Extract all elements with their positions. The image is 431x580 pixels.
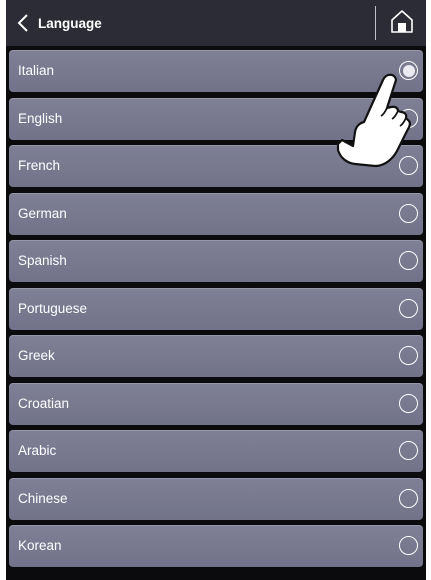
home-icon [389,8,415,39]
language-label: Arabic [18,443,57,458]
radio-button[interactable] [399,203,418,223]
language-option-greek[interactable]: Greek [9,335,423,377]
language-option-croatian[interactable]: Croatian [9,382,423,425]
language-option-english[interactable]: English [9,97,423,140]
language-option-german[interactable]: German [9,192,423,235]
language-option-french[interactable]: French [9,145,423,187]
radio-button[interactable] [399,393,418,413]
radio-button[interactable] [399,298,418,318]
radio-button[interactable] [399,156,418,175]
radio-button[interactable] [399,441,418,460]
language-screen: Language Italian English French German S… [6,0,426,580]
back-button[interactable]: Language [16,8,102,38]
language-label: Korean [18,538,62,553]
language-option-chinese[interactable]: Chinese [9,477,423,520]
language-option-korean[interactable]: Korean [9,525,423,567]
page-title: Language [38,15,102,31]
top-bar: Language [6,0,426,46]
radio-button[interactable] [399,61,418,80]
language-label: Portuguese [18,300,88,316]
language-option-arabic[interactable]: Arabic [9,430,423,472]
home-button[interactable] [383,6,421,40]
radio-button[interactable] [399,108,418,128]
language-label: German [18,205,67,221]
radio-button[interactable] [399,251,418,270]
language-label: Chinese [18,490,68,506]
language-label: Greek [18,348,55,363]
language-label: English [18,110,63,126]
radio-button[interactable] [399,536,418,555]
chevron-left-icon [16,12,30,34]
radio-button[interactable] [399,346,418,365]
language-label: Italian [18,63,55,78]
header-divider [375,6,376,40]
radio-button[interactable] [399,488,418,508]
language-label: Spanish [18,253,67,268]
language-option-spanish[interactable]: Spanish [9,240,423,282]
language-option-portuguese[interactable]: Portuguese [9,287,423,330]
language-option-italian[interactable]: Italian [9,50,423,92]
language-label: Croatian [18,395,70,411]
language-label: French [18,158,61,173]
